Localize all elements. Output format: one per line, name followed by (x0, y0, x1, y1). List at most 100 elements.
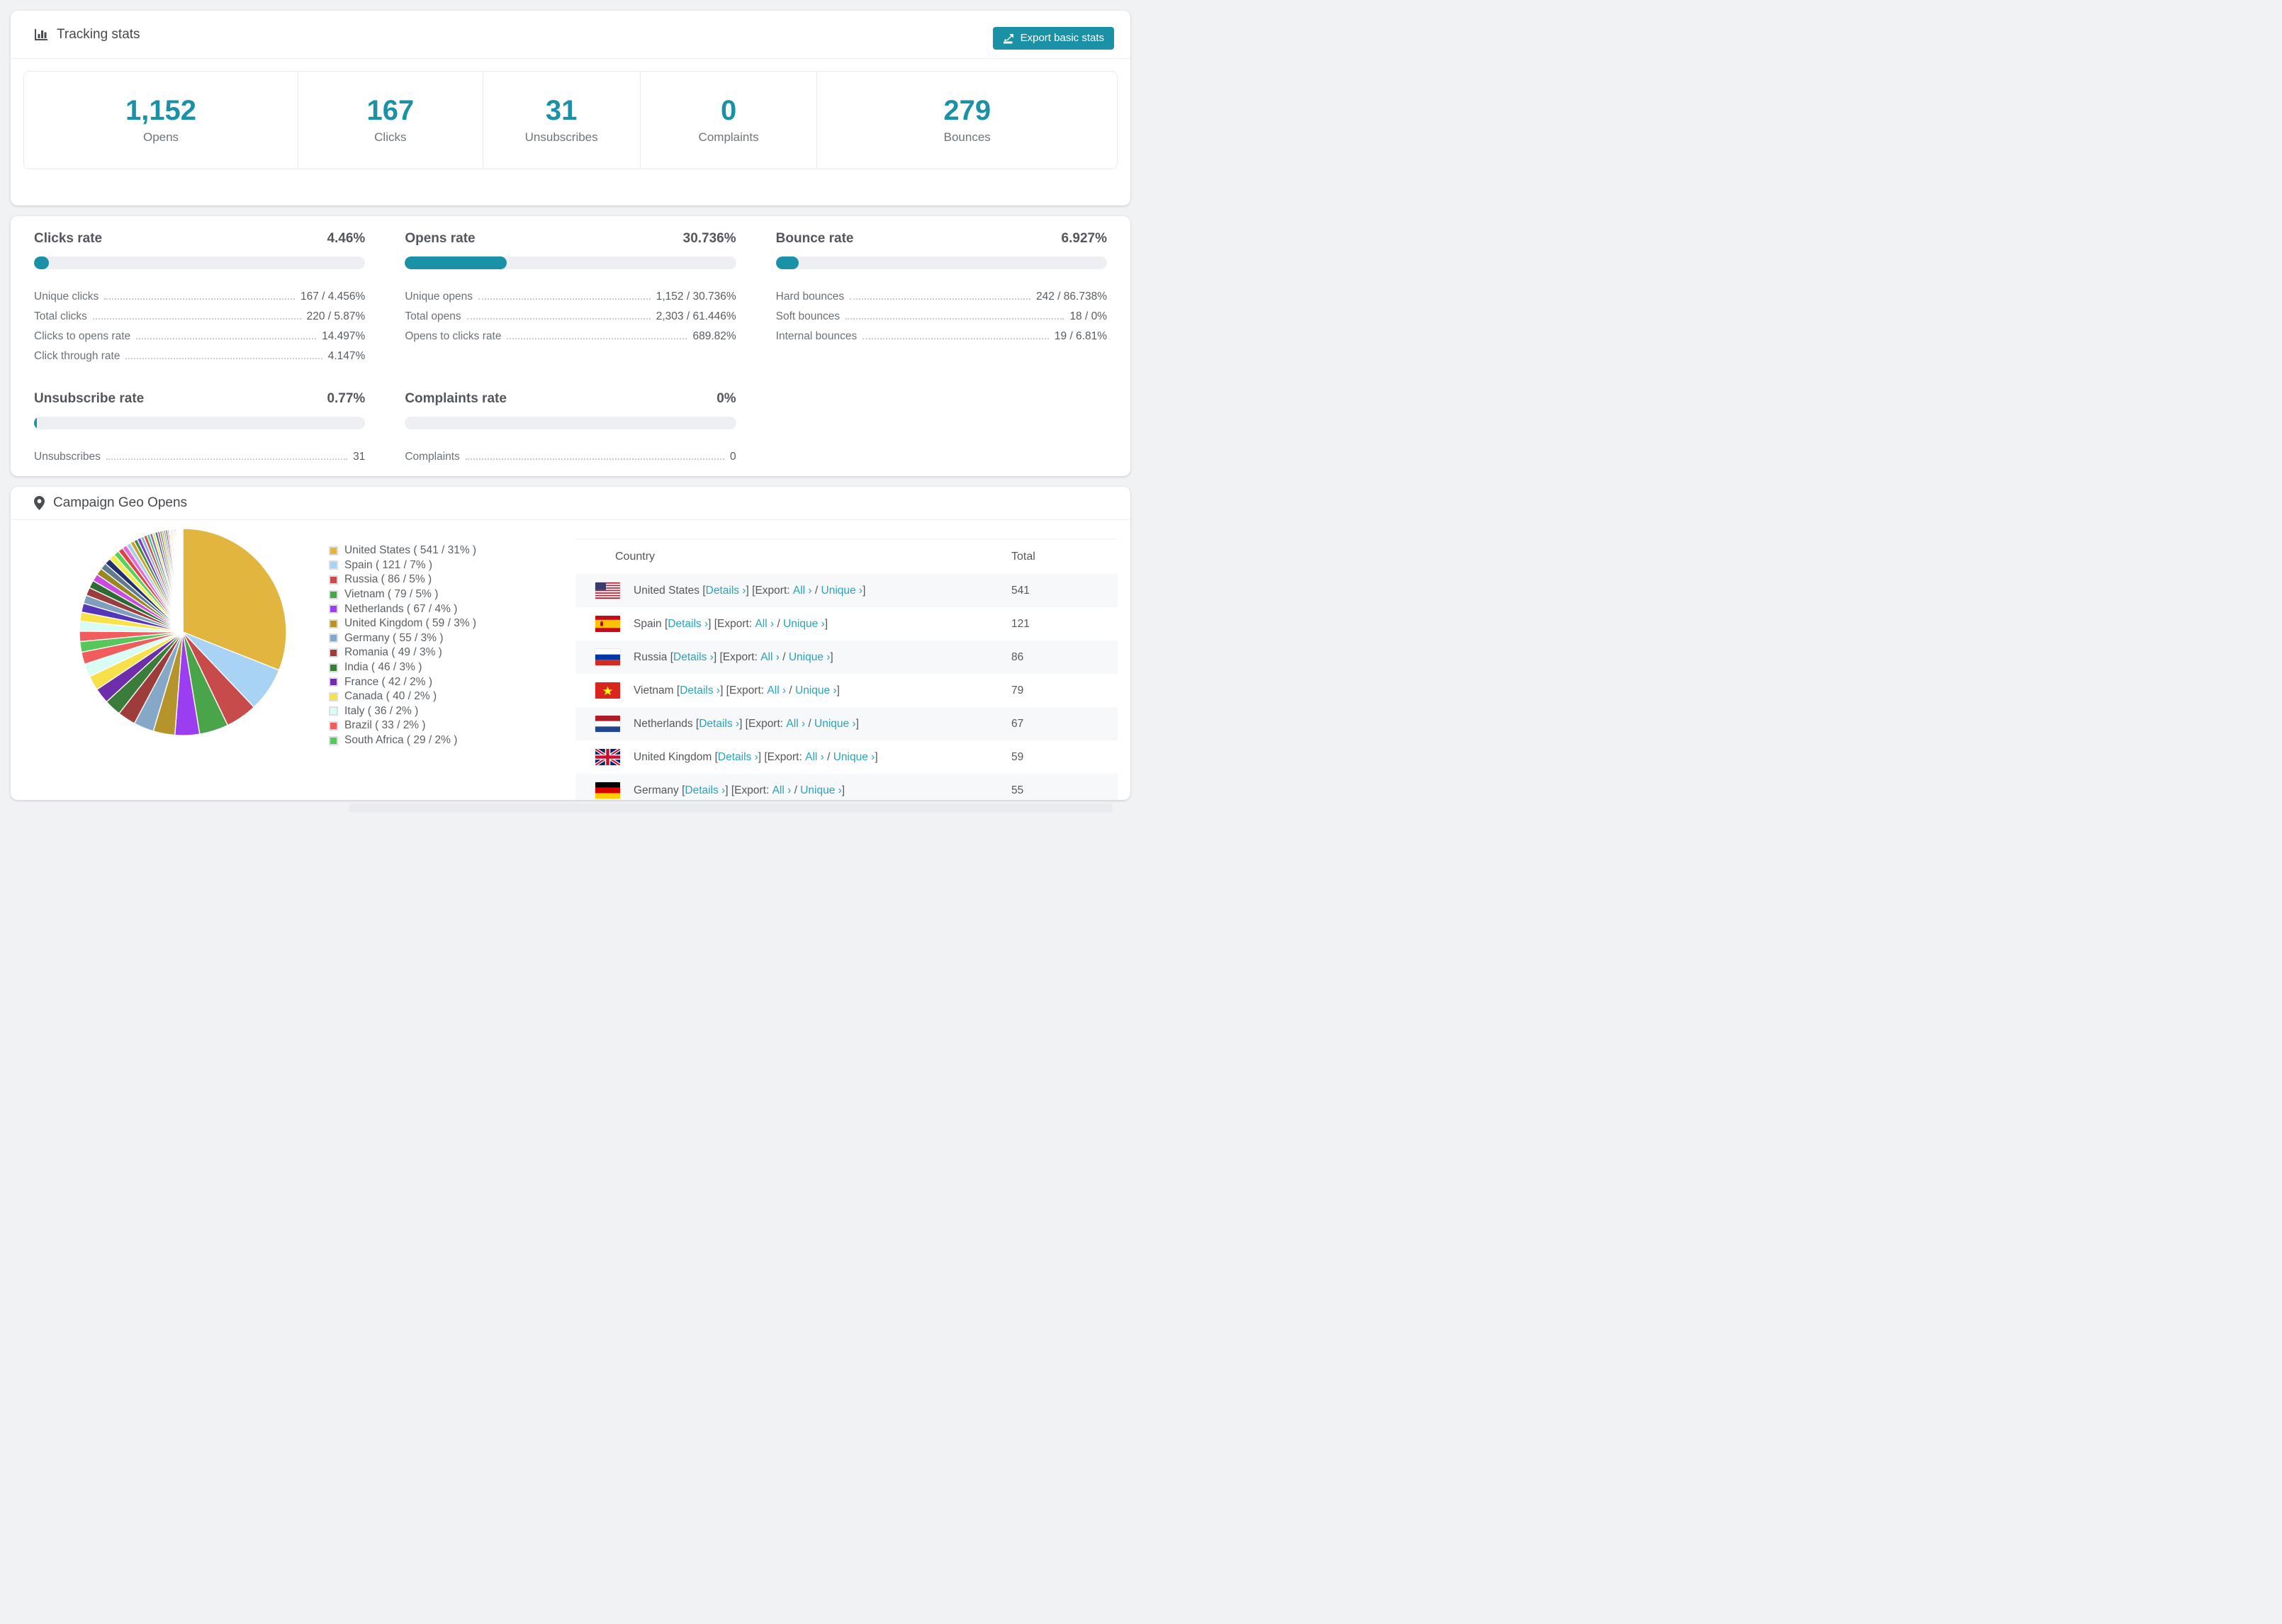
rate-metric-row: Unsubscribes 31 (34, 444, 365, 463)
legend-item-romania[interactable]: Romania ( 49 / 3% ) (329, 645, 476, 660)
details-link[interactable]: Details › (699, 718, 739, 731)
stats-strip: 1,152 Opens 167 Clicks 31 Unsubscribes 0 Compla… (23, 71, 1118, 169)
metric-label: Total opens (405, 310, 461, 322)
metric-value: 0 (730, 451, 736, 463)
export-all-link[interactable]: All › (755, 618, 774, 631)
tracking-stats-header: Tracking stats Export basic stats (11, 11, 1130, 59)
export-unique-link[interactable]: Unique › (789, 651, 831, 664)
legend-item-spain[interactable]: Spain ( 121 / 7% ) (329, 558, 476, 573)
rates-card: Clicks rate 4.46% Unique clicks 167 / 4.456… (11, 216, 1130, 476)
geo-table-row-russia: Russia [Details ›] [Export: All › / Uniq… (575, 641, 1118, 674)
details-link[interactable]: Details › (668, 618, 708, 631)
legend-label: Spain ( 121 / 7% ) (344, 558, 433, 571)
export-all-link[interactable]: All › (772, 784, 792, 797)
pie-slice-other[interactable] (181, 528, 184, 633)
country-total: 121 (1011, 617, 1030, 630)
legend-item-italy[interactable]: Italy ( 36 / 2% ) (329, 704, 476, 719)
vn-flag-icon (595, 682, 620, 699)
stat-value: 279 (943, 94, 991, 126)
details-link[interactable]: Details › (718, 751, 758, 764)
export-all-link[interactable]: All › (767, 684, 786, 697)
dotted-leader (850, 298, 1031, 300)
rate-title: Complaints rate (405, 391, 507, 406)
export-unique-link[interactable]: Unique › (800, 784, 842, 797)
geo-table-row-united-states: United States [Details ›] [Export: All ›… (575, 574, 1118, 607)
details-link[interactable]: Details › (706, 585, 746, 597)
rate-metric-row: Hard bounces 242 / 86.738% (776, 283, 1107, 303)
stat-label: Opens (142, 130, 179, 144)
details-link[interactable]: Details › (673, 651, 714, 664)
legend-item-russia[interactable]: Russia ( 86 / 5% ) (329, 573, 476, 587)
legend-color-chip (329, 575, 338, 585)
export-button-label: Export basic stats (1020, 32, 1104, 44)
rates-grid: Clicks rate 4.46% Unique clicks 167 / 4.456… (11, 216, 1130, 463)
dotted-leader (862, 338, 1049, 339)
export-unique-link[interactable]: Unique › (795, 684, 837, 697)
legend-item-south-africa[interactable]: South Africa ( 29 / 2% ) (329, 733, 476, 748)
legend-item-india[interactable]: India ( 46 / 3% ) (329, 660, 476, 675)
stat-value: 1,152 (125, 94, 197, 126)
country-name: Russia (634, 650, 670, 663)
export-bracket: ] [Export: (739, 717, 787, 730)
details-link[interactable]: Details › (680, 684, 720, 697)
rate-progress-track (34, 417, 366, 429)
es-flag-icon (595, 616, 620, 632)
dotted-leader (507, 338, 687, 339)
country-name: United Kingdom (634, 750, 715, 763)
legend-label: Romania ( 49 / 3% ) (344, 646, 442, 659)
rate-progress-track (405, 256, 736, 269)
export-unique-link[interactable]: Unique › (814, 718, 856, 731)
tracking-stats-title: Tracking stats (34, 27, 140, 43)
country-column-header: Country (615, 550, 656, 563)
metric-label: Click through rate (34, 350, 120, 362)
legend-label: United Kingdom ( 59 / 3% ) (344, 617, 477, 630)
legend-item-vietnam[interactable]: Vietnam ( 79 / 5% ) (329, 587, 476, 602)
metric-value: 242 / 86.738% (1036, 291, 1107, 303)
legend-item-germany[interactable]: Germany ( 55 / 3% ) (329, 631, 476, 646)
export-unique-link[interactable]: Unique › (833, 751, 875, 764)
export-all-link[interactable]: All › (760, 651, 780, 664)
metric-value: 18 / 0% (1069, 310, 1107, 322)
stat-value: 0 (720, 94, 737, 126)
country-name: United States (634, 584, 703, 597)
stat-card-unsubscribes: 31 Unsubscribes (483, 72, 641, 169)
legend-item-brazil[interactable]: Brazil ( 33 / 2% ) (329, 718, 476, 733)
geo-title: Campaign Geo Opens (34, 495, 187, 511)
legend-item-canada[interactable]: Canada ( 40 / 2% ) (329, 689, 476, 704)
export-all-link[interactable]: All › (786, 718, 805, 731)
legend-item-united-kingdom[interactable]: United Kingdom ( 59 / 3% ) (329, 616, 476, 631)
rate-block: Complaints rate 0% Complaints 0 (405, 391, 736, 463)
export-all-link[interactable]: All › (805, 751, 824, 764)
export-basic-stats-button[interactable]: Export basic stats (992, 26, 1114, 50)
rate-progress-fill (34, 256, 49, 269)
dotted-leader (466, 318, 651, 320)
details-link[interactable]: Details › (685, 784, 725, 797)
export-bracket: ] [Export: (758, 750, 806, 763)
bar-chart-icon (34, 28, 48, 42)
legend-item-netherlands[interactable]: Netherlands ( 67 / 4% ) (329, 602, 476, 616)
metric-label: Opens to clicks rate (405, 330, 502, 342)
export-bracket: ] [Export: (708, 617, 755, 630)
legend-item-france[interactable]: France ( 42 / 2% ) (329, 675, 476, 689)
dotted-leader (845, 318, 1064, 320)
export-all-link[interactable]: All › (793, 585, 812, 597)
rate-progress-fill (34, 417, 37, 429)
link-separator: / (774, 617, 784, 630)
metric-value: 689.82% (692, 330, 736, 342)
closing-bracket: ] (830, 650, 833, 663)
export-unique-link[interactable]: Unique › (783, 618, 825, 631)
country-name: Germany (634, 784, 682, 796)
rate-metric-row: Complaints 0 (405, 444, 736, 463)
de-flag-icon (595, 782, 620, 799)
legend-color-chip (329, 721, 338, 731)
legend-color-chip (329, 633, 338, 643)
legend-item-united-states[interactable]: United States ( 541 / 31% ) (329, 543, 476, 558)
legend-label: Vietnam ( 79 / 5% ) (344, 588, 439, 601)
country-total: 55 (1011, 784, 1024, 796)
country-total: 79 (1011, 684, 1024, 697)
country-total: 67 (1011, 717, 1024, 730)
metric-label: Complaints (405, 451, 460, 463)
export-unique-link[interactable]: Unique › (821, 585, 863, 597)
link-separator: / (786, 684, 796, 697)
pie-legend: United States ( 541 / 31% ) Spain ( 121 /… (329, 543, 476, 748)
